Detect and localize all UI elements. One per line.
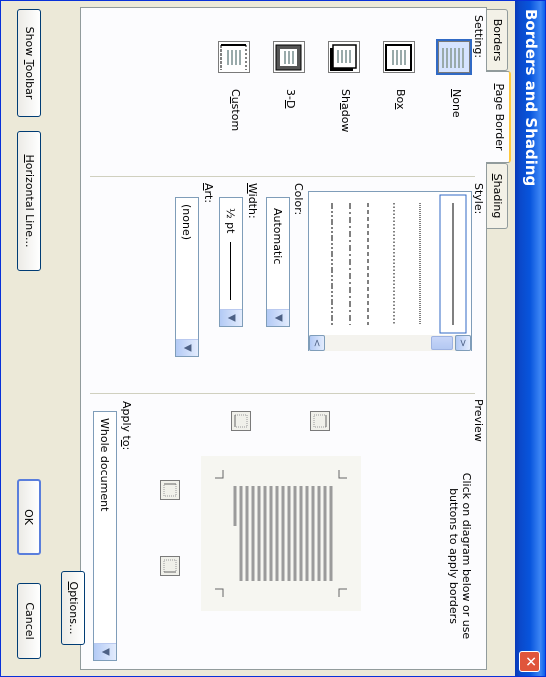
width-value: ½ pt [224, 208, 237, 234]
setting-label: Setting: [472, 15, 485, 59]
setting-shadow-icon[interactable] [328, 41, 360, 73]
setting-none-label[interactable]: None [450, 89, 463, 118]
right-border-button[interactable] [160, 556, 180, 576]
setting-box-label[interactable]: Box [394, 89, 407, 109]
scroll-thumb[interactable] [431, 336, 453, 350]
options-button[interactable]: Options... [61, 571, 85, 645]
custom-border-icon [220, 44, 247, 70]
ok-button[interactable]: OK [17, 479, 41, 555]
horizontal-line-button[interactable]: Horizontal Line... [17, 131, 41, 271]
style-label: Style: [472, 183, 485, 215]
top-border-icon [313, 414, 327, 428]
show-toolbar-button[interactable]: Show Toolbar [17, 9, 41, 117]
color-value: Automatic [271, 208, 284, 265]
top-border-button[interactable] [310, 411, 330, 431]
left-border-icon [163, 483, 177, 497]
style-scrollbar[interactable]: > < [309, 335, 471, 351]
scroll-down-button[interactable]: < [309, 335, 325, 351]
chevron-down-icon[interactable]: ▼ [267, 309, 289, 326]
separator-vertical [90, 176, 475, 177]
preview-instruction: Click on diagram below or use buttons to… [447, 461, 473, 651]
page-preview-icon [215, 470, 347, 597]
style-listbox[interactable]: > < [308, 191, 472, 351]
tab-page-border[interactable]: Page Border [486, 71, 511, 163]
preview-instruction-line2: buttons to apply borders [447, 488, 460, 624]
art-dropdown[interactable]: (none) ▼ [175, 197, 199, 357]
width-label: Width: [246, 183, 259, 219]
tab-borders[interactable]: Borders [487, 9, 508, 71]
setting-box-icon[interactable] [383, 41, 415, 73]
scroll-up-button[interactable]: > [455, 335, 471, 351]
preview-instruction-line1: Click on diagram below or use [460, 472, 473, 640]
width-sample-line [230, 242, 231, 300]
art-label: Art: [202, 183, 215, 204]
setting-shadow-label[interactable]: Shadow [339, 89, 352, 132]
left-border-button[interactable] [160, 480, 180, 500]
cancel-button[interactable]: Cancel [17, 583, 41, 659]
art-value: (none) [180, 204, 193, 241]
setting-3d-label[interactable]: 3-D [284, 89, 297, 108]
color-label: Color: [292, 183, 305, 216]
close-button[interactable]: ✕ [519, 651, 540, 672]
right-border-icon [163, 559, 177, 573]
width-dropdown[interactable]: ½ pt ▼ [219, 197, 243, 327]
bottom-border-icon [234, 414, 248, 428]
line-style-list [331, 194, 467, 334]
chevron-down-icon[interactable]: ▼ [220, 309, 242, 326]
preview-label: Preview [472, 399, 485, 442]
three-d-border-icon [275, 44, 302, 71]
apply-to-value: Whole document [98, 418, 111, 512]
setting-custom-icon[interactable] [218, 41, 250, 73]
separator-vertical [90, 393, 475, 394]
preview-diagram[interactable] [201, 456, 361, 611]
chevron-down-icon[interactable]: ▼ [176, 339, 198, 356]
page-lines-icon [442, 48, 464, 68]
color-dropdown[interactable]: Automatic ▼ [266, 197, 290, 327]
borders-and-shading-dialog: Borders and Shading ✕ Borders Page Borde… [0, 0, 546, 677]
apply-to-dropdown[interactable]: Whole document ▼ [93, 411, 117, 661]
box-border-icon [385, 44, 412, 71]
apply-to-label: Apply to: [120, 401, 133, 451]
setting-none-icon[interactable] [436, 39, 472, 75]
shadow-border-icon [330, 44, 357, 71]
tab-shading[interactable]: Shading [487, 163, 508, 229]
bottom-border-button[interactable] [231, 411, 251, 431]
title-bar[interactable]: Borders and Shading ✕ [515, 1, 545, 676]
chevron-down-icon[interactable]: ▼ [94, 643, 116, 660]
window-title: Borders and Shading [522, 9, 540, 187]
setting-3d-icon[interactable] [273, 41, 305, 73]
setting-custom-label[interactable]: Custom [229, 89, 242, 131]
